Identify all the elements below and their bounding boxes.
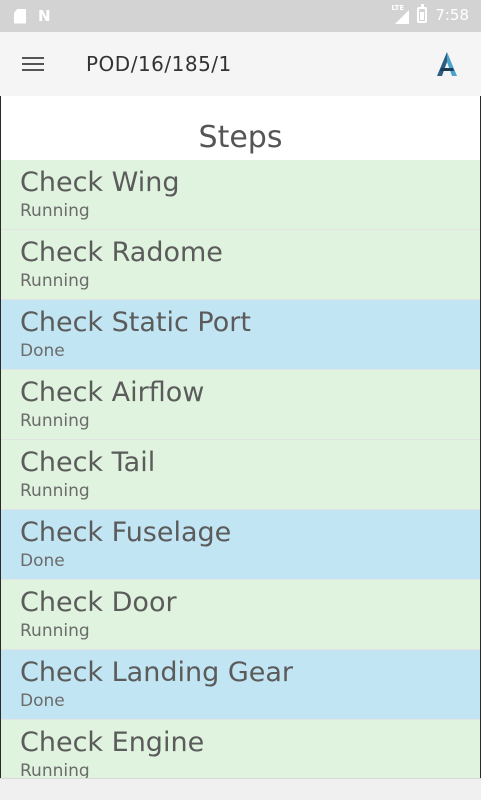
battery-icon bbox=[417, 4, 428, 23]
step-list-item[interactable]: Check Tail Running bbox=[1, 440, 480, 510]
phone-screen: N LTE 7:58 POD/16/185/1 Steps Check Wing… bbox=[0, 0, 481, 800]
status-right: LTE 7:58 bbox=[391, 4, 469, 24]
step-list-item[interactable]: Check Static Port Done bbox=[1, 300, 480, 370]
page-heading: Steps bbox=[198, 120, 283, 155]
step-status: Running bbox=[20, 411, 90, 431]
step-name: Check Tail bbox=[20, 447, 156, 478]
step-list-item[interactable]: Check Radome Running bbox=[1, 230, 480, 300]
steps-list[interactable]: Check Wing Running Check Radome Running … bbox=[1, 160, 480, 778]
step-status: Done bbox=[20, 691, 65, 711]
signal-icon: LTE bbox=[391, 4, 410, 24]
menu-line bbox=[22, 63, 44, 65]
step-status: Running bbox=[20, 201, 90, 221]
sd-card-icon bbox=[14, 8, 26, 24]
step-status: Done bbox=[20, 551, 65, 571]
step-name: Check Engine bbox=[20, 727, 205, 758]
app-title: POD/16/185/1 bbox=[86, 52, 232, 76]
status-time: 7:58 bbox=[435, 6, 469, 24]
notification-n-icon: N bbox=[38, 7, 51, 25]
status-left: N bbox=[14, 8, 51, 24]
menu-line bbox=[22, 69, 44, 71]
step-status: Running bbox=[20, 621, 90, 641]
menu-line bbox=[22, 57, 44, 59]
step-name: Check Radome bbox=[20, 237, 223, 268]
step-status: Running bbox=[20, 271, 90, 291]
step-name: Check Static Port bbox=[20, 307, 251, 338]
main-content: Steps Check Wing Running Check Radome Ru… bbox=[0, 96, 481, 778]
step-name: Check Fuselage bbox=[20, 517, 232, 548]
step-list-item[interactable]: Check Fuselage Done bbox=[1, 510, 480, 580]
app-logo-icon bbox=[437, 52, 457, 76]
hamburger-menu-icon[interactable] bbox=[18, 50, 48, 78]
app-bar: POD/16/185/1 bbox=[0, 32, 481, 96]
step-name: Check Wing bbox=[20, 167, 180, 198]
step-list-item[interactable]: Check Airflow Running bbox=[1, 370, 480, 440]
step-list-item[interactable]: Check Landing Gear Done bbox=[1, 650, 480, 720]
status-bar: N LTE 7:58 bbox=[0, 0, 481, 32]
bottom-bar bbox=[0, 778, 481, 800]
step-status: Running bbox=[20, 481, 90, 501]
step-status: Done bbox=[20, 341, 65, 361]
signal-triangle bbox=[395, 10, 410, 24]
step-status: Running bbox=[20, 761, 90, 778]
step-name: Check Airflow bbox=[20, 377, 205, 408]
step-name: Check Door bbox=[20, 587, 177, 618]
step-name: Check Landing Gear bbox=[20, 657, 293, 688]
step-list-item[interactable]: Check Wing Running bbox=[1, 160, 480, 230]
step-list-item[interactable]: Check Door Running bbox=[1, 580, 480, 650]
step-list-item[interactable]: Check Engine Running bbox=[1, 720, 480, 778]
